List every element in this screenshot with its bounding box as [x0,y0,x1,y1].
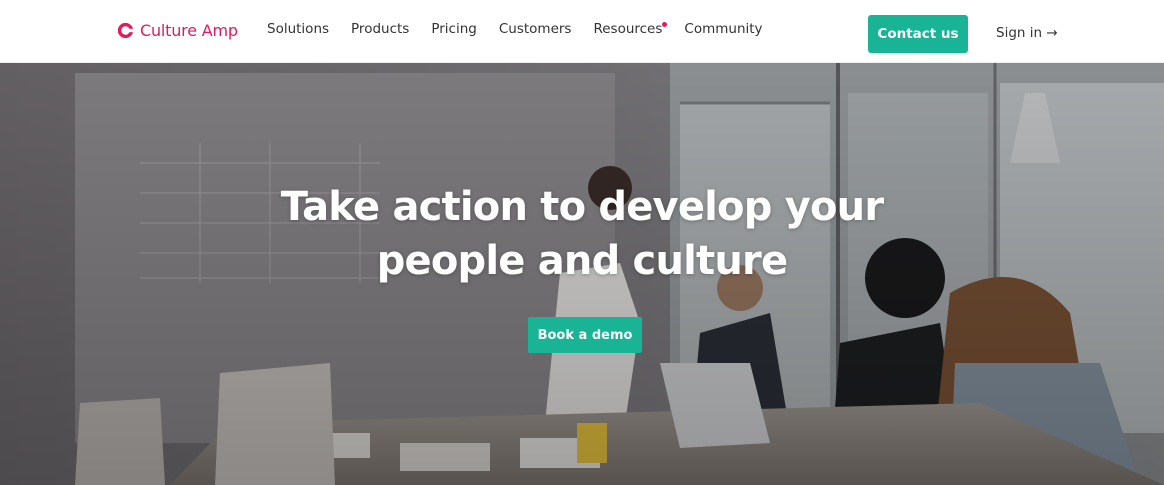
notification-dot-icon [662,22,668,27]
hero-title-line-1: Take action to develop your [280,184,884,230]
nav-item-resources[interactable]: Resources [593,21,668,37]
sign-in-link[interactable]: Sign in → [996,25,1058,41]
culture-amp-logo-icon [117,22,134,38]
site-header: Culture Amp Solutions Products Pricing C… [0,0,1164,63]
book-demo-button[interactable]: Book a demo [528,317,642,353]
main-nav: Solutions Products Pricing Customers Res… [267,21,785,37]
hero-section: Take action to develop your people and c… [0,63,1164,485]
logo-text: Culture Amp [140,20,238,40]
contact-us-button[interactable]: Contact us [868,15,968,53]
hero-title: Take action to develop your people and c… [232,180,932,288]
nav-item-solutions[interactable]: Solutions [267,21,329,37]
nav-item-resources-label: Resources [593,21,663,37]
nav-item-customers[interactable]: Customers [499,21,572,37]
nav-item-products[interactable]: Products [351,21,409,37]
nav-item-community[interactable]: Community [684,21,762,37]
hero-title-line-2: people and culture [376,238,788,284]
logo-link[interactable]: Culture Amp [117,19,238,41]
nav-item-pricing[interactable]: Pricing [431,21,477,37]
